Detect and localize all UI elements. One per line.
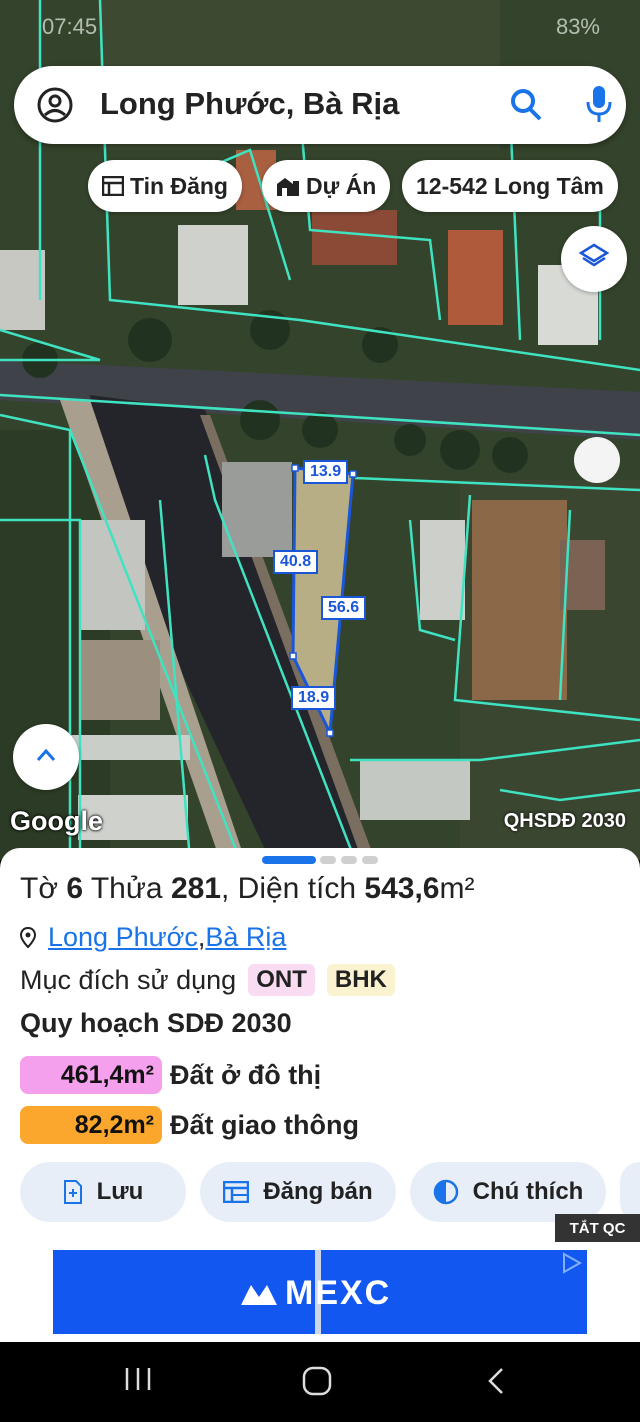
sheet-page-indicator-active[interactable] <box>262 856 316 864</box>
microphone-icon[interactable] <box>584 84 614 129</box>
sheet-number: 6 <box>66 872 84 905</box>
purpose-tag-bhk[interactable]: BHK <box>326 964 395 996</box>
zone-row: 82,2m² Đất giao thông <box>20 1106 359 1144</box>
chevron-up-icon <box>36 748 56 767</box>
zone-area: 461,4m² <box>20 1056 162 1094</box>
back-icon[interactable] <box>486 1366 506 1401</box>
sheet-page-indicator[interactable] <box>341 856 357 864</box>
mexc-logo-icon <box>241 1284 277 1305</box>
lot-number: 281 <box>170 872 221 905</box>
search-icon[interactable] <box>510 88 542 127</box>
city-link[interactable]: Bà Rịa <box>205 922 286 953</box>
sheet-page-indicator[interactable] <box>320 856 336 864</box>
ad-banner[interactable]: MEXC <box>53 1250 587 1334</box>
status-battery: 83% <box>555 14 600 39</box>
layers-icon <box>578 243 610 276</box>
purpose-tag-ont[interactable]: ONT <box>248 964 315 996</box>
home-icon[interactable] <box>302 1366 332 1401</box>
ward-link[interactable]: Long Phước <box>48 922 198 953</box>
account-icon[interactable] <box>36 86 74 129</box>
parcel-info-sheet[interactable]: Tờ 6 Thửa 281, Diện tích 543,6m² Long Ph… <box>0 848 640 1342</box>
sheet-page-indicator[interactable] <box>362 856 378 864</box>
chip-parcel-ref[interactable]: 12-542 Long Tâm <box>402 160 618 212</box>
system-nav-bar <box>0 1342 640 1422</box>
buildings-icon <box>276 175 300 197</box>
close-ad-button[interactable]: TẮT QC <box>555 1214 640 1242</box>
recent-apps-icon[interactable] <box>124 1366 152 1397</box>
save-icon <box>63 1180 83 1204</box>
chip-tin-dang[interactable]: Tin Đăng <box>88 160 242 212</box>
location-pin-icon <box>20 926 36 949</box>
chip-label: 12-542 Long Tâm <box>416 172 604 199</box>
calendar-icon <box>223 1181 250 1203</box>
parcel-location: Long Phước, Bà Rịa <box>20 922 286 953</box>
search-bar[interactable]: Long Phước, Bà Rịa <box>14 66 626 144</box>
parcel-dim-bottom: 18.9 <box>291 686 337 710</box>
search-query[interactable]: Long Phước, Bà Rịa <box>100 86 399 122</box>
zone-label: Đất ở đô thị <box>170 1059 322 1090</box>
adchoices-icon[interactable] <box>561 1252 583 1279</box>
status-time: 07:45 <box>42 14 98 39</box>
layers-button[interactable] <box>561 226 627 292</box>
post-for-sale-button[interactable]: Đăng bán <box>200 1162 396 1222</box>
ad-logo: MEXC <box>239 1274 391 1313</box>
chip-label: Tin Đăng <box>130 172 228 199</box>
parcel-title: Tờ 6 Thửa 281, Diện tích 543,6m² <box>20 872 475 905</box>
location-dot-button[interactable] <box>574 437 620 483</box>
chip-label: Dự Án <box>306 172 377 199</box>
parcel-dim-left: 40.8 <box>273 550 319 574</box>
plan-title: Quy hoạch SDĐ 2030 <box>20 1008 292 1038</box>
status-bar: 07:45 83% <box>0 0 640 52</box>
zone-area: 82,2m² <box>20 1106 162 1144</box>
land-use-purpose: Mục đích sử dụng ONT BHK <box>20 964 395 996</box>
zone-label: Đất giao thông <box>170 1109 359 1140</box>
purpose-label: Mục đích sử dụng <box>20 964 237 995</box>
parcel-dim-right: 56.6 <box>321 596 367 620</box>
more-actions-button[interactable] <box>620 1162 640 1222</box>
listing-icon <box>102 176 124 196</box>
map-view[interactable]: 07:45 83% Long Phước, Bà Rịa Tin Đăng Dự… <box>0 0 640 860</box>
expand-button[interactable] <box>13 724 79 790</box>
save-button[interactable]: Lưu <box>20 1162 186 1222</box>
ad-brand: MEXC <box>285 1274 392 1312</box>
legend-button[interactable]: Chú thích <box>410 1162 606 1222</box>
zone-row: 461,4m² Đất ở đô thị <box>20 1056 321 1094</box>
parcel-area: 543,6 <box>364 872 440 905</box>
chip-du-an[interactable]: Dự Án <box>262 160 391 212</box>
overlay-label: QHSDĐ 2030 <box>503 810 626 832</box>
google-attribution: Google <box>10 806 103 836</box>
contrast-icon <box>433 1179 459 1205</box>
parcel-dim-top: 13.9 <box>303 460 349 484</box>
